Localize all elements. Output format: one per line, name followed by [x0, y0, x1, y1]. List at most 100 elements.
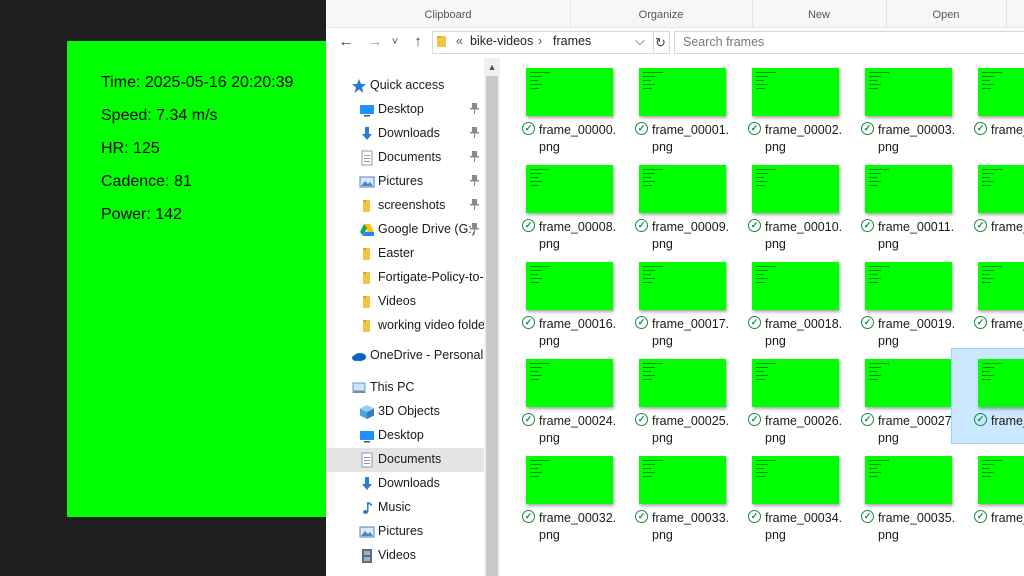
- file-tile[interactable]: ✓ frame_: [951, 348, 1024, 444]
- refresh-button[interactable]: ↻: [652, 31, 670, 54]
- sidebar-item-label: Desktop: [378, 102, 424, 116]
- thumbnail: [639, 68, 726, 116]
- file-name: frame_00026.png: [765, 414, 843, 445]
- sidebar-item-3d-objects[interactable]: 3D Objects: [326, 400, 484, 424]
- file-tile[interactable]: ✓ frame_00010.png: [726, 155, 842, 251]
- file-tile[interactable]: ✓ frame_00034.png: [726, 446, 842, 542]
- file-tile[interactable]: ✓ frame_00003.png: [839, 58, 955, 154]
- back-button[interactable]: ←: [337, 32, 355, 52]
- chevron-down-icon[interactable]: ⌵: [635, 33, 645, 49]
- file-name: frame_00024.png: [539, 414, 617, 445]
- sidebar-item-screenshots[interactable]: screenshots: [326, 194, 484, 218]
- file-tile[interactable]: ✓ frame_: [952, 446, 1024, 540]
- sidebar-item-downloads[interactable]: Downloads: [326, 122, 484, 146]
- ribbon-group-clipboard[interactable]: Clipboard: [326, 0, 571, 27]
- file-tile[interactable]: ✓ frame_00000.png: [500, 58, 616, 154]
- thumbnail: [639, 262, 726, 310]
- sidebar-item-this-pc[interactable]: This PC: [326, 376, 484, 400]
- sidebar-item-onedrive-personal[interactable]: OneDrive - Personal: [326, 344, 484, 368]
- file-tile[interactable]: ✓ frame_00009.png: [613, 155, 729, 251]
- download-icon: [359, 126, 375, 142]
- sidebar-item-label: Documents: [378, 452, 442, 466]
- sidebar-item-music[interactable]: Music: [326, 496, 484, 520]
- sidebar-item-downloads[interactable]: Downloads: [326, 472, 484, 496]
- breadcrumb-overflow[interactable]: «: [456, 34, 463, 48]
- thumbnail: [639, 359, 726, 407]
- file-tile[interactable]: ✓ frame_: [952, 58, 1024, 152]
- thumbnail: [865, 262, 952, 310]
- sidebar-item-label: Documents: [378, 150, 442, 164]
- sync-status-check-icon: ✓: [974, 510, 987, 523]
- file-tile[interactable]: ✓ frame_00002.png: [726, 58, 842, 154]
- file-name: frame_: [991, 317, 1024, 331]
- sidebar-item-label: Downloads: [378, 476, 440, 490]
- folder-icon: [437, 35, 447, 48]
- sidebar-item-documents[interactable]: Documents: [326, 448, 484, 472]
- file-tile[interactable]: ✓ frame_00019.png: [839, 252, 955, 348]
- sidebar-item-documents[interactable]: Documents: [326, 146, 484, 170]
- file-tile[interactable]: ✓ frame_00027.png: [839, 349, 955, 445]
- sidebar-item-quick-access[interactable]: Quick access: [326, 74, 484, 98]
- file-name: frame_00001.png: [652, 123, 730, 154]
- file-tile[interactable]: ✓ frame_: [952, 252, 1024, 346]
- sidebar-item-desktop[interactable]: Desktop: [326, 424, 484, 448]
- file-name: frame_00025.png: [652, 414, 730, 445]
- breadcrumb-bike-videos[interactable]: bike-videos: [470, 34, 533, 48]
- file-tile[interactable]: ✓ frame_00025.png: [613, 349, 729, 445]
- sidebar-item-pictures[interactable]: Pictures: [326, 520, 484, 544]
- file-tile[interactable]: ✓ frame_00008.png: [500, 155, 616, 251]
- pictures-icon: [359, 524, 375, 540]
- sidebar-item-label: working video folde: [378, 318, 484, 332]
- forward-button[interactable]: →: [366, 32, 384, 52]
- sidebar-item-easter[interactable]: Easter: [326, 242, 484, 266]
- sidebar-item-label: Downloads: [378, 126, 440, 140]
- pin-icon: [470, 199, 479, 213]
- ribbon-group-new[interactable]: New: [752, 0, 887, 27]
- breadcrumb-frames[interactable]: frames: [553, 34, 591, 48]
- sidebar-item-fortigate-policy-to-t[interactable]: Fortigate-Policy-to-T: [326, 266, 484, 290]
- sync-status-check-icon: ✓: [748, 219, 761, 232]
- sidebar-item-label: Fortigate-Policy-to-T: [378, 270, 484, 284]
- sidebar-item-pictures[interactable]: Pictures: [326, 170, 484, 194]
- search-input[interactable]: Search frames: [674, 31, 1024, 54]
- sync-status-check-icon: ✓: [635, 219, 648, 232]
- folder-icon: [359, 270, 375, 286]
- file-name: frame_00016.png: [539, 317, 617, 348]
- address-input[interactable]: « bike-videos › frames ⌵: [432, 31, 654, 54]
- folder-icon: [359, 246, 375, 262]
- overlay-time: Time: 2025-05-16 20:20:39: [101, 74, 294, 91]
- folder-icon: [359, 294, 375, 310]
- file-tile[interactable]: ✓ frame_00011.png: [839, 155, 954, 251]
- file-tile[interactable]: ✓ frame_00033.png: [613, 446, 729, 542]
- scrollbar-thumb[interactable]: [486, 76, 498, 576]
- sidebar-item-google-drive-g[interactable]: Google Drive (G:): [326, 218, 484, 242]
- file-name: frame_00032.png: [539, 511, 617, 542]
- file-name: frame_: [991, 123, 1024, 137]
- ribbon-group-open[interactable]: Open: [886, 0, 1007, 27]
- navigation-pane: Quick access Desktop Downloads Documents Pic…: [326, 58, 484, 576]
- file-tile[interactable]: ✓ frame_00032.png: [500, 446, 616, 542]
- sidebar-item-label: Google Drive (G:): [378, 222, 476, 236]
- file-tile[interactable]: ✓ frame_00024.png: [500, 349, 616, 445]
- document-icon: [359, 150, 375, 166]
- up-button[interactable]: ↑: [409, 32, 427, 52]
- sidebar-item-label: Videos: [378, 294, 416, 308]
- file-tile[interactable]: ✓ frame_00018.png: [726, 252, 842, 348]
- sidebar-item-videos[interactable]: Videos: [326, 544, 484, 568]
- file-tile[interactable]: ✓ frame_00016.png: [500, 252, 616, 348]
- navigation-scrollbar[interactable]: ▲: [484, 58, 500, 576]
- sidebar-item-videos[interactable]: Videos: [326, 290, 484, 314]
- sync-status-check-icon: ✓: [748, 510, 761, 523]
- file-tile[interactable]: ✓ frame_: [952, 155, 1024, 249]
- recent-locations-button[interactable]: ˅: [389, 32, 401, 52]
- sidebar-item-desktop[interactable]: Desktop: [326, 98, 484, 122]
- sidebar-item-working-video-folde[interactable]: working video folde: [326, 314, 484, 338]
- file-tile[interactable]: ✓ frame_00035.png: [839, 446, 955, 542]
- ribbon-group-organize[interactable]: Organize: [570, 0, 753, 27]
- sync-status-check-icon: ✓: [974, 219, 987, 232]
- scroll-up-arrow[interactable]: ▲: [484, 58, 500, 76]
- file-tile[interactable]: ✓ frame_00026.png: [726, 349, 842, 445]
- overlay-hr: HR: 125: [101, 140, 160, 157]
- file-tile[interactable]: ✓ frame_00001.png: [613, 58, 729, 154]
- file-tile[interactable]: ✓ frame_00017.png: [613, 252, 729, 348]
